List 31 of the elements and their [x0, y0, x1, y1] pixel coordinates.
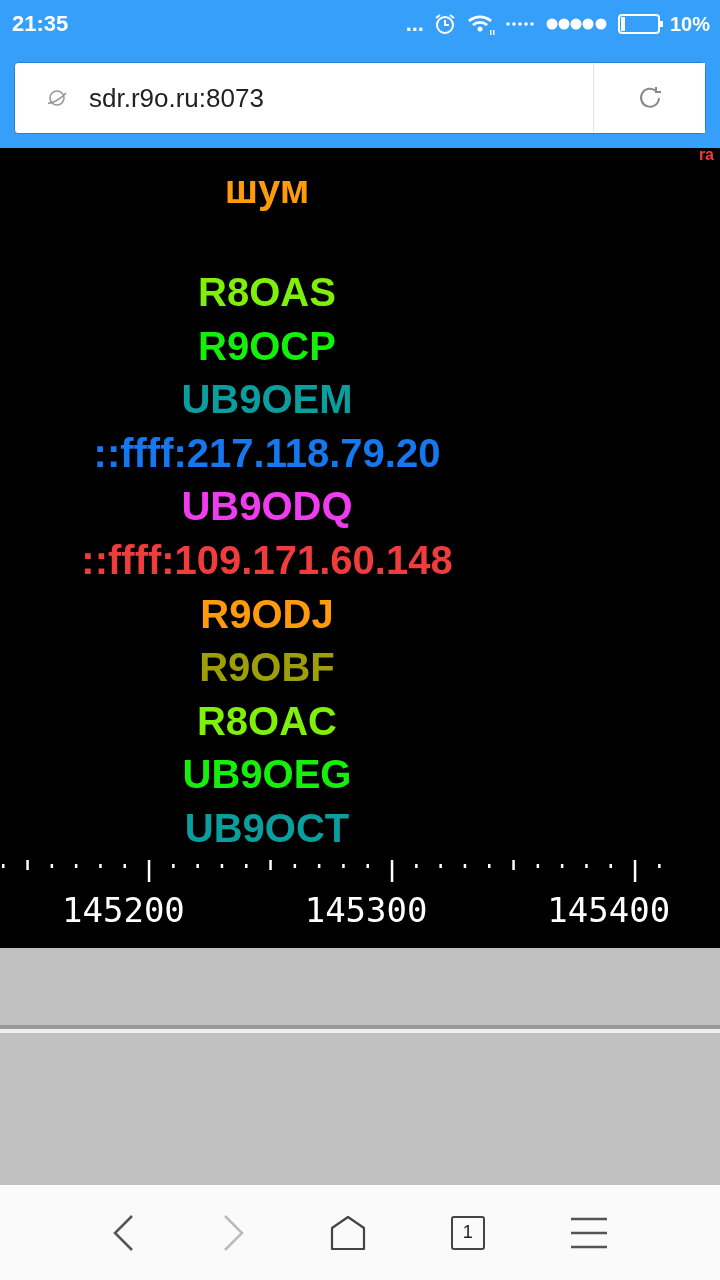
user-callsign: R9ODJ	[200, 590, 334, 638]
user-callsign: ::ffff:109.171.60.148	[81, 536, 453, 584]
signal-icon	[505, 19, 536, 29]
address-bar[interactable]: sdr.r9o.ru:8073	[14, 62, 706, 134]
frequency-label: 145400	[547, 889, 672, 932]
user-callsign: UB9OEG	[182, 751, 352, 799]
user-callsign: R9OBF	[199, 644, 335, 692]
frequency-label: 145300	[304, 889, 429, 932]
noise-label: шум	[224, 166, 310, 213]
forward-icon	[221, 1213, 246, 1252]
user-callsign: UB9ODQ	[181, 483, 353, 531]
signal-icon	[545, 17, 608, 31]
tabs-button[interactable]: 1	[450, 1215, 485, 1250]
user-callsign: UB9OEM	[181, 376, 353, 424]
station-label: ra	[698, 148, 715, 162]
battery-percentage: 10%	[669, 12, 710, 36]
user-callsign: R8OAC	[196, 697, 337, 745]
alarm-icon	[433, 13, 456, 35]
home-button[interactable]	[330, 1214, 366, 1251]
menu-button[interactable]	[569, 1216, 608, 1249]
user-callsign: R8OAS	[198, 269, 336, 316]
url-text: sdr.r9o.ru:8073	[89, 82, 265, 114]
frequency-label: 145200	[62, 889, 186, 932]
battery-icon	[617, 14, 664, 34]
home-icon	[330, 1214, 366, 1251]
user-callsign: R9OCP	[198, 322, 336, 370]
menu-icon	[569, 1216, 608, 1249]
user-callsign: ::ffff:217.118.79.20	[93, 429, 441, 477]
user-callsign: UB9OCT	[184, 804, 350, 852]
clock: 21:35	[12, 11, 69, 37]
more-notifications: ...	[405, 13, 424, 35]
